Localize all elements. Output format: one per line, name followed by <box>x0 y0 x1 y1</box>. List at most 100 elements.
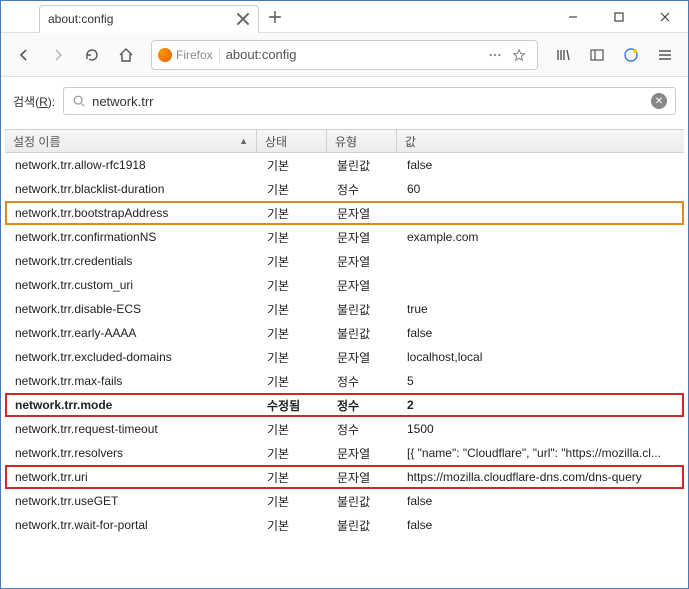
table-row[interactable]: network.trr.useGET기본불린값false <box>5 489 684 513</box>
search-input[interactable]: network.trr ✕ <box>63 87 676 115</box>
cell-type: 불린값 <box>329 493 399 510</box>
cell-value: https://mozilla.cloudflare-dns.com/dns-q… <box>399 470 682 484</box>
table-row[interactable]: network.trr.custom_uri기본문자열 <box>5 273 684 297</box>
cell-type: 문자열 <box>329 253 399 270</box>
identity-box[interactable]: Firefox <box>158 48 220 62</box>
table-row[interactable]: network.trr.uri기본문자열https://mozilla.clou… <box>5 465 684 489</box>
table-row[interactable]: network.trr.disable-ECS기본불린값true <box>5 297 684 321</box>
cell-status: 기본 <box>259 421 329 438</box>
close-tab-icon[interactable] <box>236 12 250 26</box>
cell-status: 기본 <box>259 445 329 462</box>
new-tab-button[interactable] <box>261 3 289 31</box>
library-icon[interactable] <box>548 40 578 70</box>
reload-button[interactable] <box>77 40 107 70</box>
cell-name: network.trr.credentials <box>7 254 259 268</box>
cell-value: false <box>399 326 682 340</box>
search-label: 검색(R): <box>13 93 55 110</box>
table-row[interactable]: network.trr.resolvers기본문자열[{ "name": "Cl… <box>5 441 684 465</box>
cell-status: 수정됨 <box>259 397 329 414</box>
sidebar-icon[interactable] <box>582 40 612 70</box>
menu-button[interactable] <box>650 40 680 70</box>
profile-icon[interactable] <box>616 40 646 70</box>
search-icon <box>72 94 86 108</box>
home-button[interactable] <box>111 40 141 70</box>
cell-name: network.trr.custom_uri <box>7 278 259 292</box>
table-row[interactable]: network.trr.credentials기본문자열 <box>5 249 684 273</box>
minimize-button[interactable] <box>550 2 596 32</box>
cell-status: 기본 <box>259 469 329 486</box>
tab-title: about:config <box>48 12 236 26</box>
cell-name: network.trr.blacklist-duration <box>7 182 259 196</box>
col-header-status[interactable]: 상태 <box>257 130 327 152</box>
cell-value: [{ "name": "Cloudflare", "url": "https:/… <box>399 446 682 460</box>
cell-type: 정수 <box>329 397 399 414</box>
cell-status: 기본 <box>259 493 329 510</box>
table-row[interactable]: network.trr.blacklist-duration기본정수60 <box>5 177 684 201</box>
cell-status: 기본 <box>259 253 329 270</box>
table-row[interactable]: network.trr.mode수정됨정수2 <box>5 393 684 417</box>
cell-name: network.trr.allow-rfc1918 <box>7 158 259 172</box>
cell-value: false <box>399 518 682 532</box>
cell-type: 정수 <box>329 373 399 390</box>
bookmark-star-icon[interactable] <box>507 43 531 67</box>
cell-name: network.trr.request-timeout <box>7 422 259 436</box>
cell-status: 기본 <box>259 373 329 390</box>
cell-status: 기본 <box>259 157 329 174</box>
url-bar[interactable]: Firefox about:config <box>151 40 538 70</box>
cell-value: 2 <box>399 398 682 412</box>
sort-asc-icon: ▲ <box>239 136 248 146</box>
identity-label: Firefox <box>176 48 213 62</box>
table-row[interactable]: network.trr.confirmationNS기본문자열example.c… <box>5 225 684 249</box>
page-action-dots-icon[interactable] <box>483 43 507 67</box>
table-row[interactable]: network.trr.max-fails기본정수5 <box>5 369 684 393</box>
cell-status: 기본 <box>259 277 329 294</box>
cell-type: 정수 <box>329 421 399 438</box>
cell-status: 기본 <box>259 325 329 342</box>
table-header: 설정 이름▲ 상태 유형 값 <box>5 129 684 153</box>
back-button[interactable] <box>9 40 39 70</box>
browser-tab[interactable]: about:config <box>39 5 259 33</box>
search-row: 검색(R): network.trr ✕ <box>1 77 688 121</box>
cell-value: localhost,local <box>399 350 682 364</box>
cell-value: false <box>399 158 682 172</box>
cell-type: 불린값 <box>329 325 399 342</box>
forward-button[interactable] <box>43 40 73 70</box>
cell-name: network.trr.useGET <box>7 494 259 508</box>
close-window-button[interactable] <box>642 2 688 32</box>
cell-name: network.trr.early-AAAA <box>7 326 259 340</box>
table-row[interactable]: network.trr.excluded-domains기본문자열localho… <box>5 345 684 369</box>
cell-type: 정수 <box>329 181 399 198</box>
table-row[interactable]: network.trr.request-timeout기본정수1500 <box>5 417 684 441</box>
clear-search-icon[interactable]: ✕ <box>651 93 667 109</box>
cell-status: 기본 <box>259 349 329 366</box>
table-row[interactable]: network.trr.bootstrapAddress기본문자열 <box>5 201 684 225</box>
cell-status: 기본 <box>259 229 329 246</box>
col-header-value[interactable]: 값 <box>397 130 684 152</box>
cell-name: network.trr.bootstrapAddress <box>7 206 259 220</box>
firefox-logo-icon <box>158 48 172 62</box>
maximize-button[interactable] <box>596 2 642 32</box>
cell-value: 60 <box>399 182 682 196</box>
cell-value: false <box>399 494 682 508</box>
table-body: network.trr.allow-rfc1918기본불린값falsenetwo… <box>5 153 684 537</box>
cell-name: network.trr.uri <box>7 470 259 484</box>
table-row[interactable]: network.trr.early-AAAA기본불린값false <box>5 321 684 345</box>
cell-type: 불린값 <box>329 301 399 318</box>
cell-status: 기본 <box>259 205 329 222</box>
cell-value: true <box>399 302 682 316</box>
col-header-name[interactable]: 설정 이름▲ <box>5 130 257 152</box>
cell-type: 문자열 <box>329 229 399 246</box>
prefs-table: 설정 이름▲ 상태 유형 값 network.trr.allow-rfc1918… <box>1 121 688 537</box>
cell-type: 문자열 <box>329 469 399 486</box>
navigation-toolbar: Firefox about:config <box>1 33 688 77</box>
cell-status: 기본 <box>259 181 329 198</box>
cell-value: 5 <box>399 374 682 388</box>
col-header-type[interactable]: 유형 <box>327 130 397 152</box>
cell-value: 1500 <box>399 422 682 436</box>
cell-status: 기본 <box>259 517 329 534</box>
cell-type: 불린값 <box>329 157 399 174</box>
cell-value: example.com <box>399 230 682 244</box>
titlebar: about:config <box>1 1 688 33</box>
table-row[interactable]: network.trr.wait-for-portal기본불린값false <box>5 513 684 537</box>
table-row[interactable]: network.trr.allow-rfc1918기본불린값false <box>5 153 684 177</box>
